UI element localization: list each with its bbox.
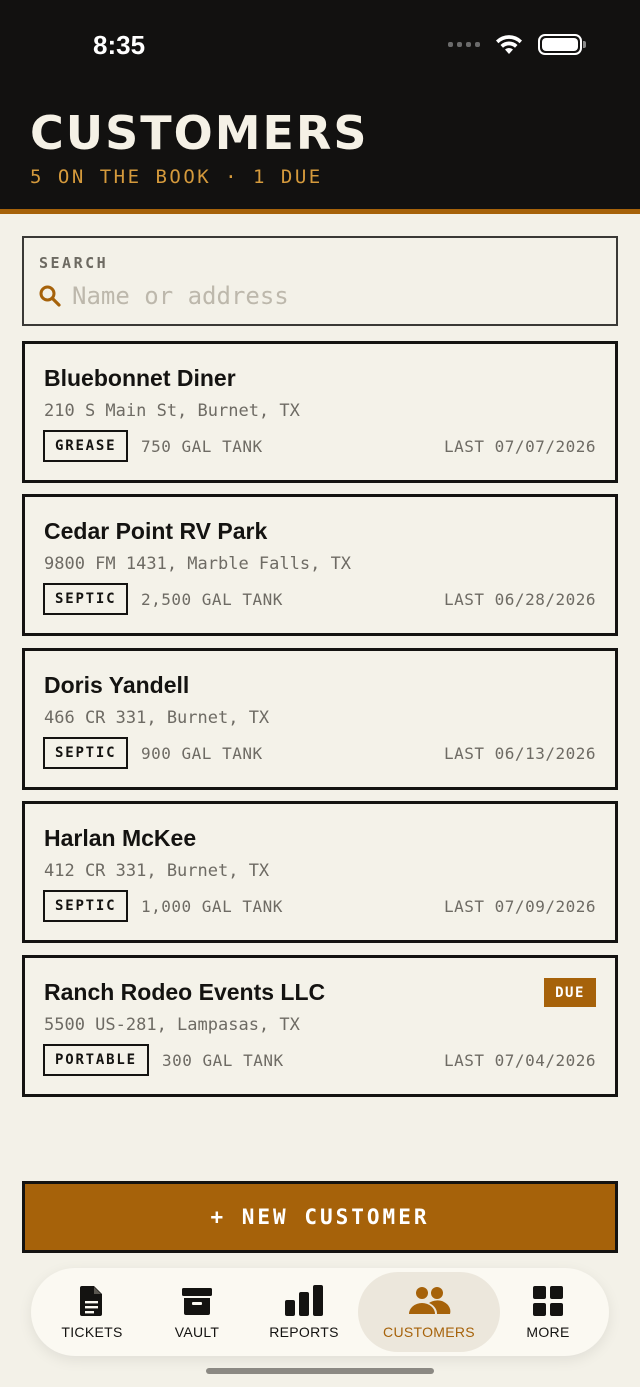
tank-size: 300 GAL TANK: [162, 1051, 284, 1070]
tank-size: 2,500 GAL TANK: [141, 590, 283, 609]
service-type-tag: SEPTIC: [43, 737, 129, 769]
search-icon: [39, 285, 61, 307]
tank-size: 1,000 GAL TANK: [141, 897, 283, 916]
battery-icon: [538, 33, 586, 55]
tab-label: MORE: [526, 1324, 570, 1340]
tab-label: REPORTS: [269, 1324, 339, 1340]
tab-more[interactable]: MORE: [488, 1272, 608, 1352]
tab-label: CUSTOMERS: [383, 1324, 475, 1340]
wifi-icon: [496, 35, 522, 54]
tab-customers[interactable]: CUSTOMERS: [358, 1272, 500, 1352]
tab-reports[interactable]: REPORTS: [244, 1272, 364, 1352]
status-icons: [448, 32, 586, 56]
service-type-tag: SEPTIC: [43, 583, 129, 615]
customer-address: 5500 US-281, Lampasas, TX: [44, 1015, 300, 1035]
tank-size: 750 GAL TANK: [141, 437, 263, 456]
customer-card[interactable]: Cedar Point RV Park 9800 FM 1431, Marble…: [22, 494, 618, 636]
new-customer-button[interactable]: + NEW CUSTOMER: [22, 1181, 618, 1253]
customers-screen: 8:35 CUSTOMERS 5 ON THE BOOK · 1 DUE SEA…: [0, 0, 640, 1387]
app-header: 8:35 CUSTOMERS 5 ON THE BOOK · 1 DUE: [0, 0, 640, 214]
customer-address: 210 S Main St, Burnet, TX: [44, 401, 300, 421]
page-subtitle: 5 ON THE BOOK · 1 DUE: [30, 166, 323, 188]
customer-address: 412 CR 331, Burnet, TX: [44, 861, 270, 881]
document-icon: [80, 1286, 102, 1316]
bar-chart-icon: [285, 1285, 323, 1316]
home-indicator: [206, 1368, 434, 1374]
last-service-date: LAST 06/28/2026: [444, 590, 596, 609]
people-icon: [409, 1287, 451, 1314]
customer-card[interactable]: Harlan McKee 412 CR 331, Burnet, TX SEPT…: [22, 801, 618, 943]
archive-box-icon: [182, 1288, 212, 1315]
customer-name: Ranch Rodeo Events LLC: [44, 979, 326, 1005]
page-title: CUSTOMERS: [30, 106, 369, 160]
cellular-signal-icon: [448, 41, 480, 47]
customer-card[interactable]: Bluebonnet Diner 210 S Main St, Burnet, …: [22, 341, 618, 483]
tank-size: 900 GAL TANK: [141, 744, 263, 763]
tab-label: TICKETS: [61, 1324, 123, 1340]
search-label: SEARCH: [39, 254, 109, 272]
service-type-tag: GREASE: [43, 430, 129, 462]
search-box[interactable]: SEARCH: [22, 236, 618, 326]
customer-name: Harlan McKee: [44, 825, 197, 851]
last-service-date: LAST 07/09/2026: [444, 897, 596, 916]
customer-address: 466 CR 331, Burnet, TX: [44, 708, 270, 728]
last-service-date: LAST 06/13/2026: [444, 744, 596, 763]
tab-bar: TICKETS VAULT REPORTS CUSTOMERS MORE: [31, 1268, 609, 1356]
customer-card[interactable]: Doris Yandell 466 CR 331, Burnet, TX SEP…: [22, 648, 618, 790]
due-badge: DUE: [544, 978, 596, 1007]
status-time: 8:35: [93, 30, 146, 60]
last-service-date: LAST 07/04/2026: [444, 1051, 596, 1070]
last-service-date: LAST 07/07/2026: [444, 437, 596, 456]
customer-name: Cedar Point RV Park: [44, 518, 268, 544]
customer-address: 9800 FM 1431, Marble Falls, TX: [44, 554, 352, 574]
customer-card[interactable]: Ranch Rodeo Events LLC DUE 5500 US-281, …: [22, 955, 618, 1097]
service-type-tag: PORTABLE: [43, 1044, 149, 1076]
tab-label: VAULT: [174, 1324, 220, 1340]
customer-name: Bluebonnet Diner: [44, 365, 236, 391]
search-input[interactable]: [72, 278, 592, 314]
tab-vault[interactable]: VAULT: [137, 1272, 257, 1352]
grid-icon: [533, 1286, 563, 1316]
service-type-tag: SEPTIC: [43, 890, 129, 922]
tab-tickets[interactable]: TICKETS: [32, 1272, 152, 1352]
customer-name: Doris Yandell: [44, 672, 190, 698]
